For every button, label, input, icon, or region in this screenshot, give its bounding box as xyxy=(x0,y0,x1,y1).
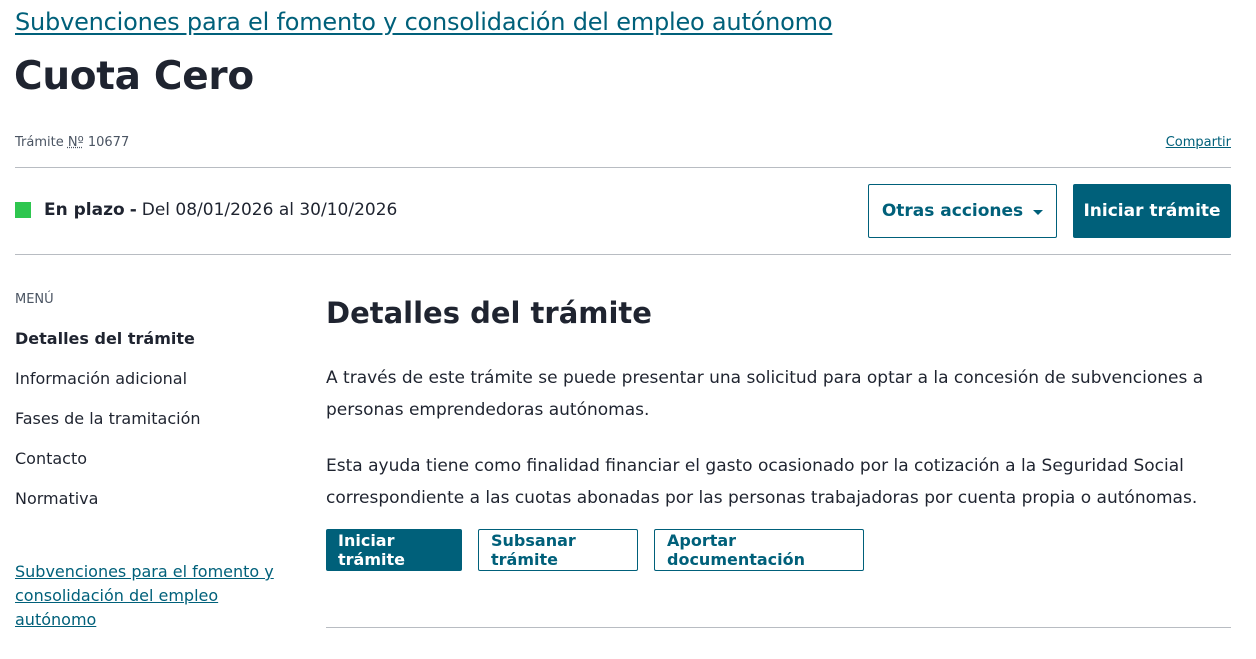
sidebar-item-phases[interactable]: Fases de la tramitación xyxy=(15,408,201,448)
divider-status xyxy=(15,254,1231,255)
other-actions-button[interactable]: Otras acciones xyxy=(868,184,1057,238)
action-buttons: Iniciar trámite Subsanar trámite Aportar… xyxy=(326,529,864,571)
other-actions-label: Otras acciones xyxy=(881,201,1024,221)
status-row: En plazo - Del 08/01/2026 al 30/10/2026 xyxy=(15,200,397,220)
status-dates: Del 08/01/2026 al 30/10/2026 xyxy=(141,200,398,220)
menu-heading: MENÚ xyxy=(15,292,54,307)
divider-top xyxy=(15,167,1231,168)
caret-down-icon xyxy=(1033,209,1044,215)
sidebar-item-details[interactable]: Detalles del trámite xyxy=(15,328,201,368)
divider-bottom xyxy=(326,627,1231,628)
status-indicator-icon xyxy=(15,202,31,218)
section-title: Detalles del trámite xyxy=(326,296,652,330)
start-procedure-label: Iniciar trámite xyxy=(1083,201,1221,221)
page: Subvenciones para el fomento y consolida… xyxy=(0,0,1256,659)
start-procedure-button[interactable]: Iniciar trámite xyxy=(326,529,462,571)
tramite-number: Trámite Nº 10677 xyxy=(15,135,129,150)
sidebar-parent-link[interactable]: Subvenciones para el fomento y consolida… xyxy=(15,560,300,632)
tramite-no-abbr: Nº xyxy=(67,135,84,150)
sidebar-item-additional-info[interactable]: Información adicional xyxy=(15,368,201,408)
status-separator: - xyxy=(129,200,137,220)
breadcrumb-parent-link[interactable]: Subvenciones para el fomento y consolida… xyxy=(15,8,833,36)
status-label: En plazo xyxy=(44,200,125,220)
tramite-prefix: Trámite xyxy=(15,135,64,150)
submit-documents-button[interactable]: Aportar documentación xyxy=(654,529,864,571)
share-link[interactable]: Compartir xyxy=(1166,135,1231,150)
tramite-number-value: 10677 xyxy=(87,135,130,150)
sidebar-menu: Detalles del trámite Información adicion… xyxy=(15,328,201,528)
fix-procedure-button[interactable]: Subsanar trámite xyxy=(478,529,638,571)
page-title: Cuota Cero xyxy=(14,54,254,99)
description-paragraph-1: A través de este trámite se puede presen… xyxy=(326,368,1204,420)
start-procedure-button-header[interactable]: Iniciar trámite xyxy=(1073,184,1231,238)
description-paragraph-2: Esta ayuda tiene como finalidad financia… xyxy=(326,456,1198,508)
sidebar-item-contact[interactable]: Contacto xyxy=(15,448,201,488)
sidebar-item-regulations[interactable]: Normativa xyxy=(15,488,201,528)
